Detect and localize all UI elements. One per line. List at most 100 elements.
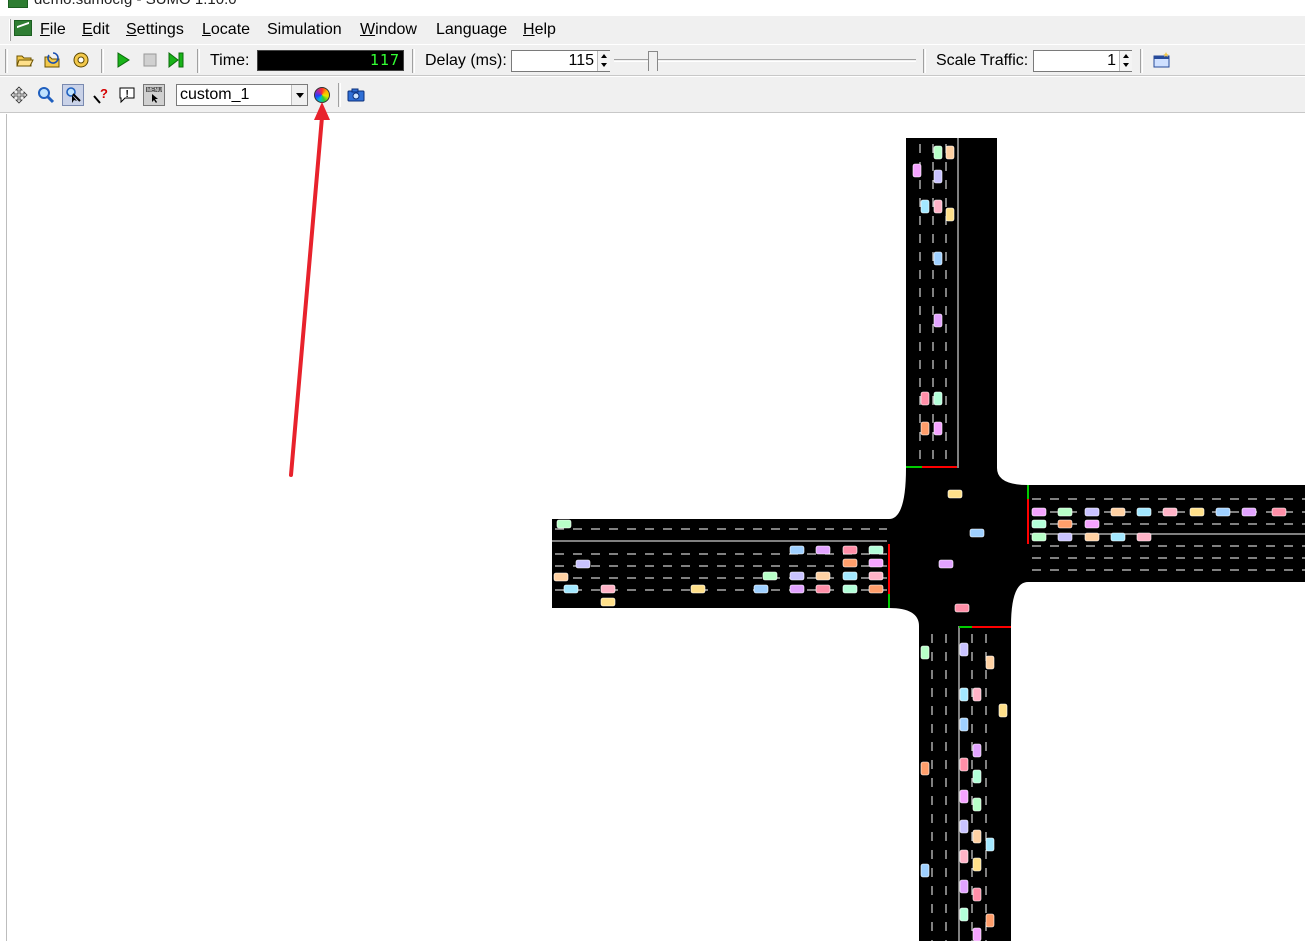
delay-slider-track xyxy=(614,59,916,62)
vehicle xyxy=(959,717,969,732)
vehicle xyxy=(1084,519,1100,529)
vehicle xyxy=(868,584,884,594)
vehicle xyxy=(920,199,930,214)
menu-edit[interactable]: Edit xyxy=(82,21,110,39)
open-folder-icon[interactable] xyxy=(14,49,36,71)
vehicle xyxy=(868,545,884,555)
menu-icon[interactable]: MENU xyxy=(143,84,165,106)
vehicle xyxy=(553,572,569,582)
svg-text:MENU: MENU xyxy=(147,88,162,94)
vehicle xyxy=(1057,507,1073,517)
annotation-arrow-head xyxy=(314,102,330,120)
vehicle xyxy=(556,519,572,529)
vehicle xyxy=(815,545,831,555)
scale-spinner-arrows[interactable] xyxy=(1119,51,1132,71)
delay-slider-thumb[interactable] xyxy=(648,51,658,71)
menubar-grip xyxy=(9,19,11,41)
vehicle xyxy=(920,391,930,406)
vehicle xyxy=(933,313,943,328)
play-icon[interactable] xyxy=(112,49,134,71)
menu-window[interactable]: Window xyxy=(360,21,417,39)
step-icon[interactable] xyxy=(165,49,187,71)
delay-spinner[interactable]: 115 xyxy=(511,50,610,72)
vehicle xyxy=(933,169,943,184)
vehicle xyxy=(912,163,922,178)
menu-bar: File Edit Settings Locate Simulation Win… xyxy=(0,16,1305,44)
vehicle xyxy=(920,863,930,878)
vehicle xyxy=(947,489,963,499)
delay-label: Delay (ms): xyxy=(425,52,507,69)
message-icon[interactable]: ! xyxy=(116,84,138,106)
scale-traffic-spinner[interactable]: 1 xyxy=(1033,50,1132,72)
vehicle xyxy=(1215,507,1231,517)
menu-help[interactable]: Help xyxy=(523,21,556,39)
vehicle xyxy=(842,545,858,555)
svg-text:?: ? xyxy=(100,86,108,101)
vehicle xyxy=(920,645,930,660)
vehicle xyxy=(789,584,805,594)
menu-locate[interactable]: Locate xyxy=(202,21,250,39)
toolbar-separator xyxy=(5,49,8,73)
toolbar-separator xyxy=(101,49,104,73)
vehicle xyxy=(998,703,1008,718)
menu-settings[interactable]: Settings xyxy=(126,21,184,39)
window-title-bar: demo.sumocfg - SUMO 1.10.0 xyxy=(0,0,1305,16)
menu-file[interactable]: File xyxy=(40,21,66,39)
vehicle xyxy=(933,421,943,436)
new-view-icon[interactable] xyxy=(1151,49,1173,71)
reload-icon[interactable] xyxy=(42,49,64,71)
vehicle xyxy=(920,421,930,436)
vehicle xyxy=(1271,507,1287,517)
vehicle xyxy=(868,558,884,568)
vehicle xyxy=(972,887,982,902)
vehicle xyxy=(959,789,969,804)
vehicle xyxy=(959,757,969,772)
vehicle xyxy=(933,391,943,406)
simulation-view[interactable] xyxy=(6,114,1305,941)
vehicle xyxy=(972,829,982,844)
camera-icon[interactable] xyxy=(345,84,367,106)
vehicle xyxy=(1136,532,1152,542)
vehicle xyxy=(933,145,943,160)
vehicle xyxy=(1057,519,1073,529)
recenter-icon[interactable] xyxy=(8,84,30,106)
delay-slider[interactable] xyxy=(614,51,916,71)
vehicle xyxy=(933,199,943,214)
delay-spinner-arrows[interactable] xyxy=(597,51,610,71)
help-icon[interactable]: ? xyxy=(89,84,111,106)
vehicle xyxy=(959,849,969,864)
menu-simulation[interactable]: Simulation xyxy=(267,21,342,39)
window-title: demo.sumocfg - SUMO 1.10.0 xyxy=(34,0,237,8)
delay-value: 115 xyxy=(568,52,594,69)
window-menu-icon[interactable] xyxy=(14,20,32,36)
vehicle xyxy=(933,251,943,266)
vehicle xyxy=(920,761,930,776)
stop-icon[interactable] xyxy=(139,49,161,71)
vehicle xyxy=(789,571,805,581)
road-south xyxy=(919,626,1011,941)
recent-icon[interactable] xyxy=(70,49,92,71)
vehicle xyxy=(842,558,858,568)
vehicle xyxy=(575,559,591,569)
scale-traffic-label: Scale Traffic: xyxy=(936,52,1029,69)
vehicle xyxy=(972,797,982,812)
vehicle xyxy=(954,603,970,613)
vehicle xyxy=(959,687,969,702)
menu-language[interactable]: Language xyxy=(436,21,507,39)
vehicle xyxy=(1084,507,1100,517)
vehicle xyxy=(1031,507,1047,517)
vehicle xyxy=(868,571,884,581)
vehicle xyxy=(1162,507,1178,517)
time-label: Time: xyxy=(210,52,250,69)
vehicle xyxy=(945,145,955,160)
vehicle xyxy=(1136,507,1152,517)
simulation-toolbar: Time: 117 Delay (ms): 115 Scale Traffic:… xyxy=(0,44,1305,76)
locate-icon[interactable] xyxy=(62,84,84,106)
vehicle xyxy=(972,927,982,941)
network-canvas xyxy=(289,115,1305,941)
vehicle xyxy=(972,687,982,702)
color-scheme-combo[interactable]: custom_1 xyxy=(176,84,308,106)
vehicle xyxy=(600,597,616,607)
vehicle xyxy=(815,571,831,581)
magnifier-icon[interactable] xyxy=(35,84,57,106)
